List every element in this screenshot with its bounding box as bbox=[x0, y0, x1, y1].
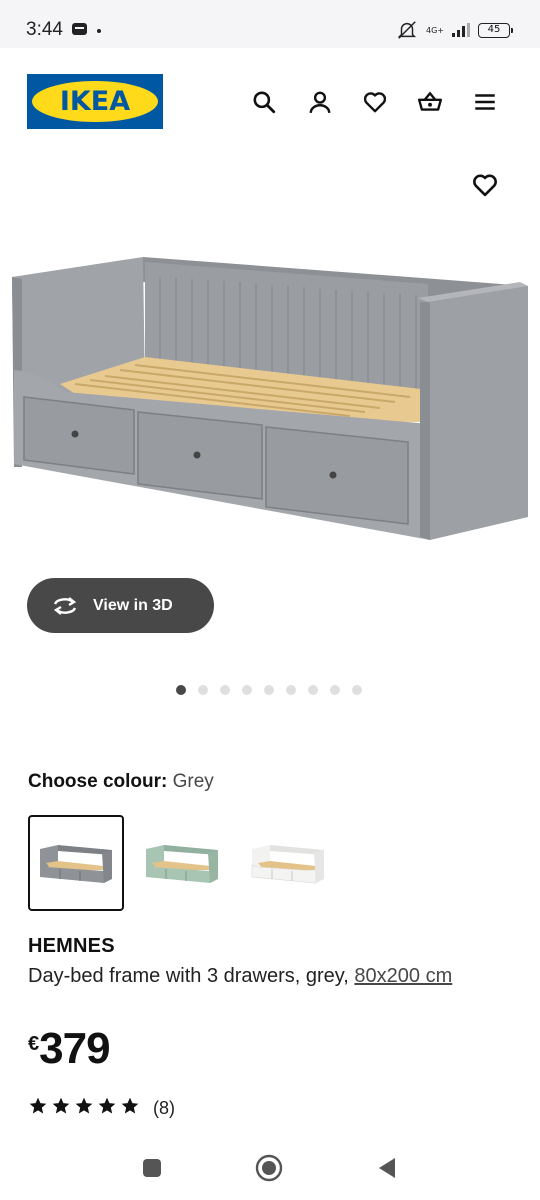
pagination-dot[interactable] bbox=[286, 685, 296, 695]
account-icon[interactable] bbox=[306, 88, 334, 116]
logo-text: IKEA bbox=[59, 86, 131, 117]
product-rating[interactable]: (8) bbox=[28, 1096, 175, 1121]
rotate-3d-icon bbox=[53, 596, 77, 615]
daybed-thumbnail-grey bbox=[40, 845, 112, 883]
review-count: (8) bbox=[153, 1098, 175, 1118]
view-in-3d-button[interactable]: View in 3D bbox=[27, 578, 214, 633]
pagination-dot[interactable] bbox=[308, 685, 318, 695]
pagination-dot[interactable] bbox=[176, 685, 186, 695]
price-amount: 379 bbox=[39, 1024, 110, 1073]
pagination-dot[interactable] bbox=[330, 685, 340, 695]
system-navigation-bar bbox=[0, 1134, 540, 1200]
recent-apps-button[interactable] bbox=[138, 1154, 166, 1182]
colour-value: Grey bbox=[172, 771, 214, 792]
colour-swatches bbox=[28, 815, 336, 911]
menu-icon[interactable] bbox=[471, 88, 499, 116]
pagination-dot[interactable] bbox=[352, 685, 362, 695]
home-icon bbox=[255, 1154, 283, 1182]
product-price: € 379 bbox=[28, 1024, 111, 1074]
ikea-logo[interactable]: IKEA bbox=[27, 74, 163, 129]
pagination-dot[interactable] bbox=[264, 685, 274, 695]
view-in-3d-label: View in 3D bbox=[93, 596, 173, 614]
price-currency: € bbox=[28, 1033, 40, 1055]
colour-selector-heading: Choose colour: Grey bbox=[28, 771, 214, 793]
star-icon bbox=[97, 1096, 117, 1121]
description-text: Day-bed frame with 3 drawers, grey, bbox=[28, 965, 355, 987]
daybed-thumbnail-green bbox=[146, 845, 218, 883]
star-icon bbox=[120, 1096, 140, 1121]
pagination-dot[interactable] bbox=[220, 685, 230, 695]
star-icon bbox=[74, 1096, 94, 1121]
swatch-green[interactable] bbox=[134, 815, 230, 911]
notification-dot-icon bbox=[97, 29, 101, 33]
back-icon bbox=[379, 1158, 395, 1178]
swatch-grey[interactable] bbox=[28, 815, 124, 911]
daybed-thumbnail-white bbox=[251, 845, 324, 884]
status-indicators: 4G+ 45 bbox=[396, 18, 513, 42]
star-icon bbox=[28, 1096, 48, 1121]
star-icon bbox=[51, 1096, 71, 1121]
site-header: IKEA bbox=[0, 48, 540, 152]
product-name: HEMNES bbox=[28, 935, 115, 957]
status-bar: 3:44 4G+ 45 bbox=[0, 0, 540, 48]
pagination-dot[interactable] bbox=[198, 685, 208, 695]
basket-icon[interactable] bbox=[416, 88, 444, 116]
colour-label: Choose colour: bbox=[28, 771, 168, 792]
recents-icon bbox=[143, 1159, 161, 1177]
favourites-icon[interactable] bbox=[361, 88, 389, 116]
swatch-white[interactable] bbox=[240, 815, 336, 911]
back-button[interactable] bbox=[373, 1154, 401, 1182]
mute-icon bbox=[397, 21, 417, 39]
add-to-favourites-icon[interactable] bbox=[470, 171, 500, 199]
search-icon[interactable] bbox=[250, 88, 278, 116]
status-time: 3:44 bbox=[26, 19, 63, 40]
battery-icon: 45 bbox=[478, 22, 513, 38]
home-button[interactable] bbox=[255, 1154, 283, 1182]
size-link[interactable]: 80x200 cm bbox=[354, 965, 452, 987]
message-icon bbox=[72, 23, 87, 35]
network-label: 4G+ bbox=[426, 25, 444, 35]
product-description: Day-bed frame with 3 drawers, grey, 80x2… bbox=[28, 962, 498, 990]
gallery-pagination bbox=[176, 685, 362, 695]
pagination-dot[interactable] bbox=[242, 685, 252, 695]
signal-icon bbox=[452, 23, 470, 37]
